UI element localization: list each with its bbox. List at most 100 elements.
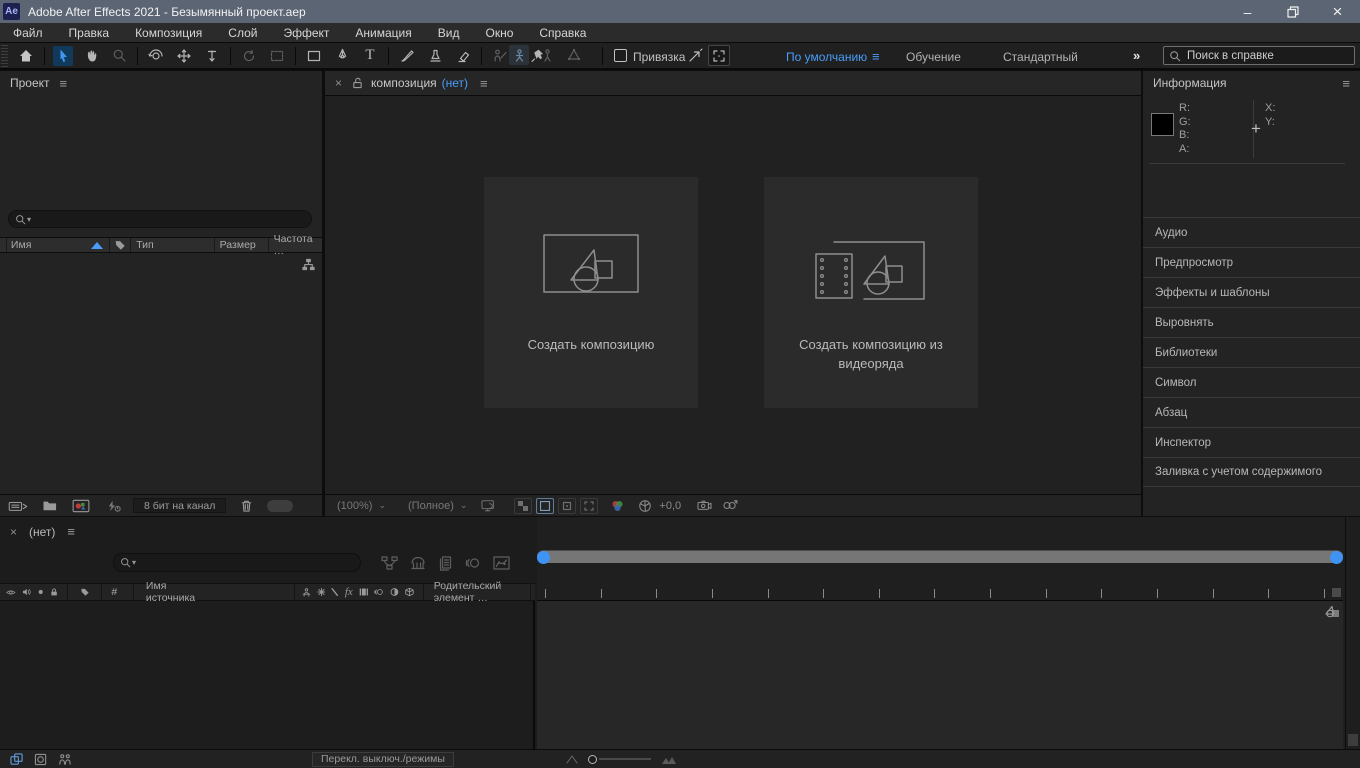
quality-icon[interactable] <box>331 586 338 598</box>
zoom-slider-track[interactable] <box>599 758 651 760</box>
puppet-starch-pin-button[interactable] <box>537 45 557 65</box>
selection-tool[interactable] <box>53 46 73 66</box>
audio-speaker-icon[interactable] <box>22 586 31 598</box>
new-composition-from-footage-card[interactable]: Создать композицию из видеоряда <box>764 177 978 408</box>
stamp-tool[interactable] <box>425 46 445 66</box>
panel-tab-paragraph[interactable]: Абзац <box>1143 397 1360 427</box>
help-search-box[interactable] <box>1163 46 1355 65</box>
timeline-search-box[interactable]: ▾ <box>113 553 361 572</box>
pen-tool[interactable] <box>332 46 352 66</box>
expand-transfer-controls-icon[interactable] <box>34 753 48 766</box>
interpret-footage-icon[interactable] <box>8 499 28 513</box>
workspace-tab-standard[interactable]: Стандартный <box>1003 50 1078 64</box>
effects-fx-column-icon[interactable]: fx <box>345 586 353 598</box>
menu-layer[interactable]: Слой <box>215 23 270 43</box>
zoom-level-dropdown[interactable]: (100%) <box>337 500 372 512</box>
shy-icon[interactable] <box>302 586 311 599</box>
hand-tool[interactable] <box>81 46 101 66</box>
menu-view[interactable]: Вид <box>425 23 473 43</box>
marker-bin-icon[interactable] <box>1332 588 1341 597</box>
project-search-box[interactable]: ▾ <box>8 210 312 228</box>
scrollbar-thumb[interactable] <box>1348 734 1358 746</box>
menu-effect[interactable]: Эффект <box>270 23 342 43</box>
motion-blur-column-icon[interactable] <box>374 586 384 598</box>
bit-depth-button[interactable]: 8 бит на канал <box>133 498 226 513</box>
project-flowchart-icon[interactable] <box>301 257 316 272</box>
new-composition-icon[interactable] <box>72 499 90 513</box>
mini-composition-icon[interactable] <box>1323 603 1341 619</box>
panel-tab-content-aware-fill[interactable]: Заливка с учетом содержимого <box>1143 457 1360 487</box>
label-tag-icon[interactable] <box>80 586 90 598</box>
panel-tab-effects-presets[interactable]: Эффекты и шаблоны <box>1143 277 1360 307</box>
video-eye-icon[interactable] <box>6 587 16 598</box>
panel-tab-align[interactable]: Выровнять <box>1143 307 1360 337</box>
expand-panel-button[interactable] <box>708 45 730 66</box>
toggle-switches-modes-button[interactable]: Перекл. выключ./режимы <box>312 752 454 767</box>
snapping-checkbox[interactable] <box>614 49 627 62</box>
workspace-tab-default[interactable]: По умолчанию <box>786 50 867 64</box>
timeline-zoom-slider[interactable] <box>566 754 677 765</box>
panel-tab-preview[interactable]: Предпросмотр <box>1143 247 1360 277</box>
column-type[interactable]: Тип <box>136 239 154 251</box>
project-search-input[interactable] <box>37 213 277 225</box>
exposure-value[interactable]: +0,0 <box>659 500 681 512</box>
brush-tool[interactable] <box>397 46 417 66</box>
help-search-input[interactable] <box>1187 50 1337 62</box>
region-of-interest-button[interactable] <box>580 498 598 514</box>
dolly-camera-tool[interactable] <box>202 46 222 66</box>
menu-help[interactable]: Справка <box>526 23 599 43</box>
zoom-out-mountain-icon[interactable] <box>566 754 578 764</box>
orbit-camera-tool[interactable] <box>146 46 166 66</box>
composition-panel-menu-icon[interactable]: ≡ <box>480 76 488 91</box>
exposure-shutter-icon[interactable] <box>638 499 652 513</box>
menu-window[interactable]: Окно <box>472 23 526 43</box>
timeline-tab[interactable]: × (нет) ≡ <box>10 524 75 539</box>
project-panel-menu-icon[interactable]: ≡ <box>60 76 68 91</box>
color-depth-icon[interactable] <box>106 499 121 513</box>
column-name[interactable]: Имя <box>11 239 31 251</box>
workspace-menu-icon[interactable]: ≡ <box>872 49 880 64</box>
composition-tab-title[interactable]: композиция <box>371 76 437 90</box>
workspace-tab-learn[interactable]: Обучение <box>906 50 961 64</box>
menu-composition[interactable]: Композиция <box>122 23 215 43</box>
mask-visibility-button[interactable] <box>536 498 554 514</box>
trash-icon[interactable] <box>240 499 253 513</box>
info-panel-menu-icon[interactable]: ≡ <box>1342 76 1350 91</box>
graph-editor-icon[interactable] <box>493 555 510 571</box>
transparency-grid-button[interactable] <box>514 498 532 514</box>
pixel-aspect-icon[interactable] <box>722 499 738 512</box>
collapse-transformations-icon[interactable] <box>317 586 326 598</box>
timeline-panel-menu-icon[interactable]: ≡ <box>67 524 75 539</box>
work-area-bar[interactable] <box>537 550 1343 563</box>
layer-number-column[interactable]: # <box>111 586 117 598</box>
column-rate[interactable]: Частота … <box>274 233 322 257</box>
menu-file[interactable]: Файл <box>0 23 56 43</box>
expand-layer-switches-icon[interactable] <box>10 753 24 766</box>
rectangle-tool[interactable] <box>304 46 324 66</box>
rotate-tool[interactable] <box>239 46 259 66</box>
eraser-tool[interactable] <box>453 46 473 66</box>
panel-tab-audio[interactable]: Аудио <box>1143 217 1360 247</box>
panel-tab-character[interactable]: Символ <box>1143 367 1360 397</box>
label-tag-icon[interactable] <box>114 239 126 251</box>
timeline-vertical-scrollbar[interactable] <box>1345 517 1360 749</box>
zoom-in-mountains-icon[interactable] <box>661 754 677 765</box>
panel-tab-inspector[interactable]: Инспектор <box>1143 427 1360 457</box>
3d-layer-icon[interactable] <box>405 586 414 598</box>
expand-in-out-controls-icon[interactable] <box>58 753 72 766</box>
snapshot-camera-icon[interactable] <box>697 499 712 512</box>
shape-overlay-button[interactable] <box>558 498 576 514</box>
solo-icon[interactable] <box>37 587 44 597</box>
time-ruler[interactable] <box>537 563 1343 601</box>
menu-animation[interactable]: Анимация <box>342 23 424 43</box>
new-composition-card[interactable]: Создать композицию <box>484 177 698 408</box>
zoom-slider-knob[interactable] <box>588 755 597 764</box>
camera-region-tool[interactable] <box>267 46 287 66</box>
sort-ascending-icon[interactable] <box>91 242 103 249</box>
toolbar-grip[interactable] <box>1 45 8 67</box>
screen-layout-icon[interactable] <box>481 499 497 513</box>
zoom-tool[interactable] <box>109 46 129 66</box>
tab-close-icon[interactable]: × <box>10 525 17 539</box>
adjustment-layer-icon[interactable] <box>390 586 399 598</box>
unlock-icon[interactable] <box>352 77 363 89</box>
